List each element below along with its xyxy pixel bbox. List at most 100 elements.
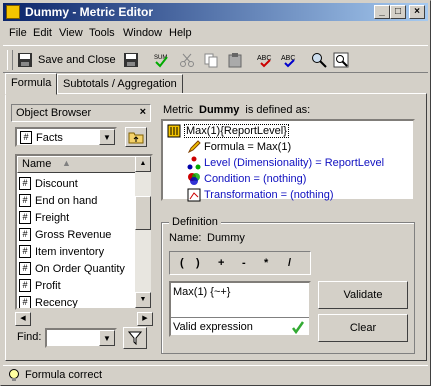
validation-bar: Valid expression [171, 317, 309, 335]
fact-icon: # [19, 177, 31, 190]
fact-icon: # [20, 131, 32, 144]
scroll-down-icon[interactable]: ▼ [135, 292, 151, 308]
status-bar: Formula correct [3, 365, 428, 383]
close-paren-button[interactable]: ) [196, 257, 200, 269]
list-item-label: Discount [35, 177, 78, 190]
fact-icon: # [19, 211, 31, 224]
save-button[interactable] [123, 50, 139, 70]
tree-root-label: Max(1){ReportLevel} [184, 124, 289, 138]
magnifier-icon [312, 53, 327, 68]
validation-status: Valid expression [173, 321, 253, 333]
list-item[interactable]: # Item inventory [19, 243, 104, 260]
menu-help[interactable]: Help [169, 27, 192, 39]
find-button[interactable] [311, 50, 327, 70]
definition-tree[interactable]: Max(1){ReportLevel} Formula = Max(1) Lev… [161, 119, 415, 203]
check-icon [292, 321, 305, 334]
toolbar: Save and Close SUM ABC ABC [3, 45, 428, 73]
spell-check-button[interactable]: ABC [257, 50, 273, 70]
list-item[interactable]: # On Order Quantity [19, 260, 125, 277]
close-button[interactable]: × [409, 5, 425, 19]
definition-heading: Metric Dummy is defined as: [163, 104, 310, 116]
object-list[interactable]: Name ▲ # Discount # End on hand # Freight #… [15, 154, 153, 310]
tree-item-formula[interactable]: Formula = Max(1) [187, 139, 291, 155]
list-item[interactable]: # Recency [19, 294, 78, 309]
tree-item-label: Condition = (nothing) [204, 173, 307, 185]
expression-editor[interactable]: Max(1) {~+} Valid expression [169, 281, 311, 337]
scroll-up-icon[interactable]: ▲ [135, 156, 151, 172]
validate-button[interactable]: Validate [318, 281, 408, 309]
list-item[interactable]: # Gross Revenue [19, 226, 111, 243]
dimension-icon [187, 156, 201, 170]
list-item-label: Recency [35, 296, 78, 309]
abc-options-icon: ABC [281, 55, 295, 68]
spell-options-button[interactable]: ABC [281, 50, 297, 70]
list-item[interactable]: # Discount [19, 175, 78, 192]
transformation-icon [187, 188, 201, 202]
divide-button[interactable]: / [288, 257, 291, 269]
clear-button[interactable]: Clear [318, 314, 408, 342]
list-header-name[interactable]: Name ▲ [17, 156, 137, 173]
tree-item-condition[interactable]: Condition = (nothing) [187, 171, 306, 187]
menu-window[interactable]: Window [123, 27, 162, 39]
save-icon [124, 53, 138, 67]
plus-button[interactable]: + [218, 257, 224, 269]
folder-up-icon [128, 132, 144, 144]
open-paren-button[interactable]: ( [180, 257, 184, 269]
tree-root[interactable]: Max(1){ReportLevel} [167, 123, 289, 139]
folder-select[interactable]: # Facts ▼ [15, 127, 117, 147]
copy-button[interactable] [203, 50, 219, 70]
validate-toolbar-button[interactable]: SUM [153, 50, 169, 70]
operator-bar: ( ) + - * / [169, 251, 311, 275]
object-browser-header: Object Browser × [11, 104, 151, 122]
object-browser-close-icon[interactable]: × [140, 106, 146, 118]
find-label: Find: [17, 331, 42, 343]
list-scrollbar[interactable]: ▲ ▼ [135, 156, 151, 308]
minus-button[interactable]: - [242, 257, 246, 269]
scissors-icon [180, 53, 194, 67]
fact-icon: # [19, 262, 31, 275]
chevron-down-icon[interactable]: ▼ [99, 129, 115, 145]
toolbar-grip [7, 50, 13, 70]
folder-select-value-wrap: # Facts [20, 131, 63, 144]
tree-item-level[interactable]: Level (Dimensionality) = ReportLevel [187, 155, 384, 171]
menu-view[interactable]: View [59, 27, 83, 39]
list-item[interactable]: # End on hand [19, 192, 97, 209]
menu-file[interactable]: File [9, 27, 27, 39]
scroll-thumb[interactable] [135, 196, 151, 230]
maximize-button[interactable]: □ [390, 5, 406, 19]
title-bar[interactable]: Dummy - Metric Editor _ □ × [3, 3, 428, 21]
find-input[interactable]: ▼ [45, 328, 117, 348]
tree-item-label: Transformation = (nothing) [204, 189, 334, 201]
cut-button[interactable] [179, 50, 195, 70]
minimize-button[interactable]: _ [374, 5, 390, 19]
tab-subtotals-aggregation[interactable]: Subtotals / Aggregation [57, 74, 183, 94]
definition-heading-prefix: Metric [163, 104, 193, 116]
chevron-down-icon[interactable]: ▼ [99, 330, 115, 346]
hscroll-right-icon[interactable]: ▶ [137, 312, 153, 326]
paste-button[interactable] [227, 50, 243, 70]
definition-group-label: Definition [169, 216, 221, 228]
filter-button[interactable] [123, 327, 147, 349]
list-header-label: Name [22, 158, 52, 170]
fact-icon: # [19, 296, 31, 308]
expression-text[interactable]: Max(1) {~+} [173, 286, 230, 298]
list-item-label: On Order Quantity [35, 262, 125, 275]
fact-icon: # [19, 194, 31, 207]
list-item[interactable]: # Freight [19, 209, 69, 226]
parent-folder-button[interactable] [125, 127, 147, 147]
tree-item-transformation[interactable]: Transformation = (nothing) [187, 187, 334, 203]
hscroll-left-icon[interactable]: ◀ [15, 312, 31, 326]
menu-edit[interactable]: Edit [33, 27, 52, 39]
definition-heading-suffix: is defined as: [245, 104, 311, 116]
magnifier-grid-icon [333, 52, 349, 68]
save-and-close-button[interactable]: Save and Close [17, 50, 116, 70]
multiply-button[interactable]: * [264, 257, 268, 269]
browse-button[interactable] [333, 50, 349, 70]
clipboard-icon [228, 53, 242, 68]
metric-editor-window: Dummy - Metric Editor _ □ × File Edit Vi… [0, 0, 431, 386]
list-item[interactable]: # Profit [19, 277, 61, 294]
metric-icon [167, 124, 181, 138]
window-title: Dummy - Metric Editor [25, 5, 154, 19]
tab-formula[interactable]: Formula [5, 73, 58, 95]
menu-tools[interactable]: Tools [89, 27, 115, 39]
